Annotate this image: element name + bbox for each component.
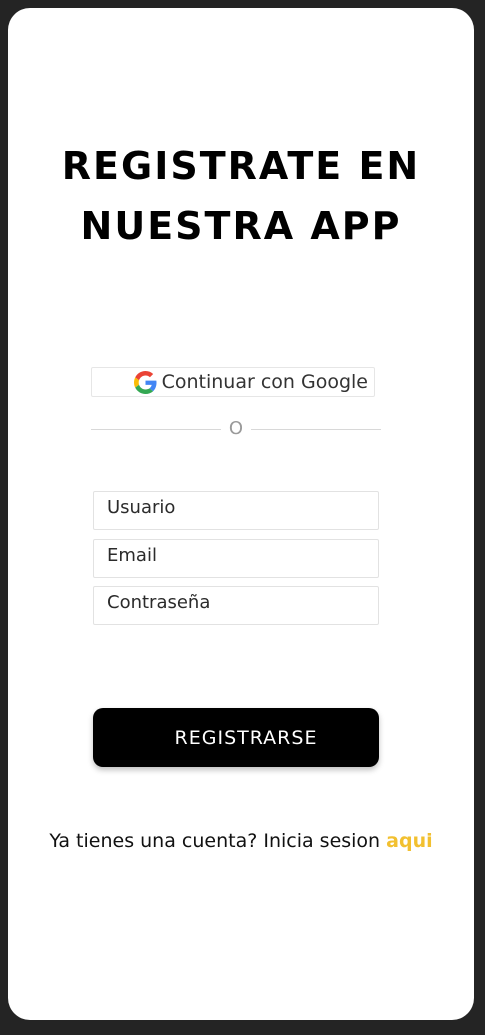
password-input[interactable] [93,586,379,625]
login-prompt-text: Ya tienes una cuenta? Inicia sesion [49,830,387,852]
login-link[interactable]: aqui [386,830,432,852]
email-input[interactable] [93,539,379,578]
divider-line-left [91,429,221,430]
register-button[interactable]: REGISTRARSE [93,708,379,767]
title-line-1: REGISTRATE EN [61,144,421,188]
divider-text: O [228,418,244,439]
username-input[interactable] [93,491,379,530]
google-icon [133,370,157,394]
register-card: REGISTRATE EN NUESTRA APP Continuar con … [8,8,474,1020]
divider-line-right [251,429,381,430]
title-line-2: NUESTRA APP [80,204,402,248]
google-signin-button[interactable]: Continuar con Google [91,367,375,397]
page-title: REGISTRATE EN NUESTRA APP [8,136,474,256]
or-divider: O [91,418,381,442]
google-signin-label: Continuar con Google [161,371,368,393]
login-prompt: Ya tienes una cuenta? Inicia sesion aqui [8,830,474,852]
